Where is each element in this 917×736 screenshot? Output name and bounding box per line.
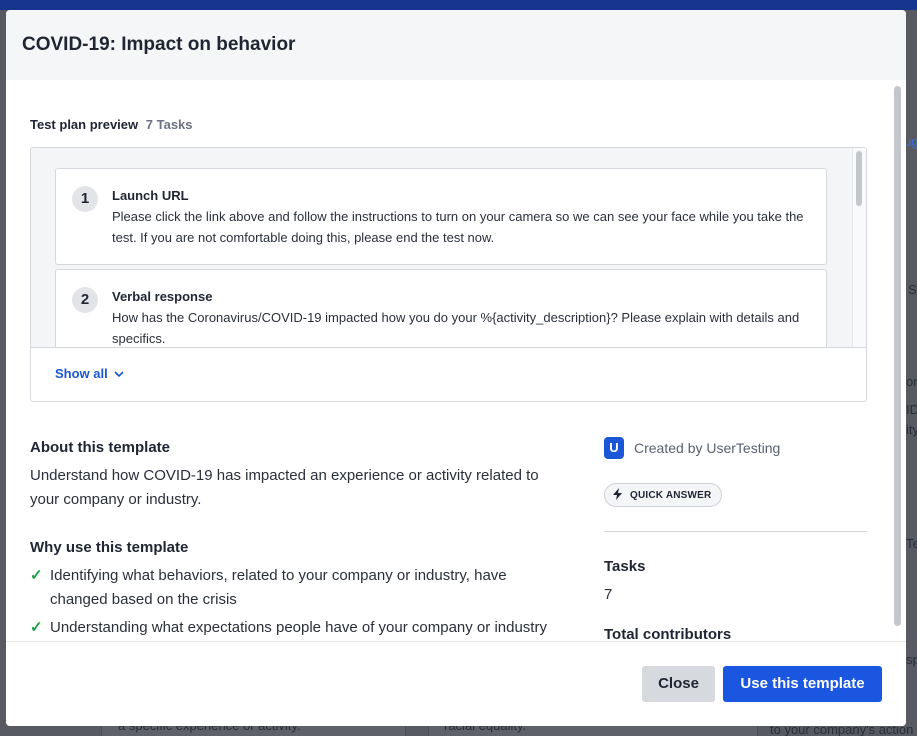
chevron-down-icon	[114, 369, 124, 381]
modal-scrollbar-thumb[interactable]	[894, 86, 901, 626]
background-text: sp	[906, 652, 917, 667]
task-count: 7 Tasks	[145, 117, 193, 132]
test-plan-preview-label: Test plan preview 7 Tasks	[30, 117, 193, 132]
tasks-scrollbar[interactable]	[852, 148, 866, 347]
modal-scrollbar[interactable]	[891, 80, 906, 641]
modal-title: COVID-19: Impact on behavior	[22, 34, 296, 55]
background-top-bar	[0, 0, 917, 10]
show-all-link[interactable]: Show all	[55, 366, 124, 381]
task-number: 1	[72, 186, 98, 212]
background-text: or	[906, 374, 917, 389]
background-text: ID	[906, 402, 917, 417]
check-icon: ✓	[30, 567, 43, 584]
close-button[interactable]: Close	[642, 666, 715, 702]
task-card: 2 Verbal response How has the Coronaviru…	[55, 269, 827, 347]
modal-body[interactable]: Test plan preview 7 Tasks 1 Launch URL P…	[6, 80, 891, 641]
task-description: How has the Coronavirus/COVID-19 impacte…	[112, 310, 800, 346]
why-list-item: ✓ Understanding what expectations people…	[30, 616, 550, 641]
contributors-stat-label: Total contributors	[604, 626, 732, 641]
why-title: Why use this template	[30, 539, 189, 556]
show-all-label: Show all	[55, 366, 108, 381]
quick-answer-badge: QUICK ANSWER	[604, 483, 723, 507]
check-icon: ✓	[30, 619, 43, 636]
tasks-stat-value: 7	[604, 586, 613, 603]
divider	[604, 531, 867, 532]
task-card: 1 Launch URL Please click the link above…	[55, 168, 827, 265]
why-list-item: ✓ Identifying what behaviors, related to…	[30, 564, 550, 612]
tasks-stat-label: Tasks	[604, 558, 646, 575]
background-text: S	[908, 282, 917, 297]
use-template-button[interactable]: Use this template	[723, 666, 882, 702]
why-item-text: Identifying what behaviors, related to y…	[50, 567, 507, 608]
background-text: ity	[906, 422, 917, 437]
why-item-text: Understanding what expectations people h…	[50, 619, 547, 636]
creator-text: Created by UserTesting	[634, 440, 781, 456]
task-description: Please click the link above and follow t…	[112, 209, 804, 245]
about-title: About this template	[30, 439, 171, 456]
usertesting-logo-icon: U	[604, 437, 624, 459]
test-plan-preview: 1 Launch URL Please click the link above…	[30, 147, 867, 402]
modal-header: COVID-19: Impact on behavior	[6, 10, 906, 80]
task-title: Verbal response	[112, 289, 213, 304]
preview-label-text: Test plan preview	[30, 117, 139, 132]
template-modal: COVID-19: Impact on behavior Test plan p…	[6, 10, 906, 726]
tasks-scrollbar-thumb[interactable]	[856, 151, 862, 206]
badge-label: QUICK ANSWER	[630, 489, 712, 501]
tasks-list[interactable]: 1 Launch URL Please click the link above…	[31, 148, 866, 348]
background-text: Tes	[906, 536, 917, 551]
task-title: Launch URL	[112, 188, 189, 203]
task-number: 2	[72, 287, 98, 313]
modal-footer: Close Use this template	[6, 641, 906, 726]
about-text: Understand how COVID-19 has impacted an …	[30, 467, 539, 508]
creator-info: U Created by UserTesting	[604, 437, 780, 459]
lightning-icon	[613, 487, 622, 503]
